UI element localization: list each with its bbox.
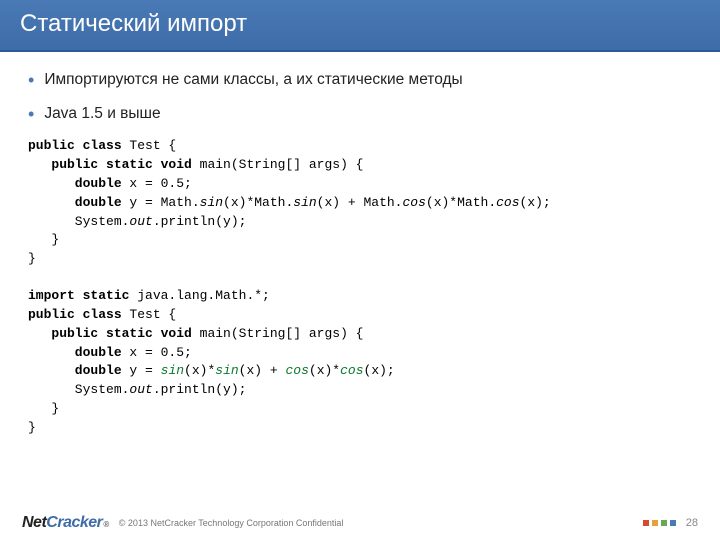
- bullet-text: Java 1.5 и выше: [44, 104, 160, 124]
- dot-icon: [652, 520, 658, 526]
- bullet-text: Импортируются не сами классы, а их стати…: [44, 70, 462, 90]
- page-number: 28: [686, 517, 698, 529]
- dot-icon: [643, 520, 649, 526]
- copyright-text: © 2013 NetCracker Technology Corporation…: [119, 518, 643, 528]
- registered-icon: ®: [103, 520, 108, 529]
- footer-right: 28: [643, 517, 698, 529]
- bullet-dot-icon: •: [28, 104, 34, 126]
- slide-footer: NetCracker® © 2013 NetCracker Technology…: [0, 514, 720, 532]
- bullet-dot-icon: •: [28, 70, 34, 92]
- slide-content: • Импортируются не сами классы, а их ста…: [0, 52, 720, 438]
- brand-logo: NetCracker®: [22, 514, 109, 532]
- bullet-item: • Импортируются не сами классы, а их ста…: [28, 70, 692, 92]
- decoration-dots-icon: [643, 520, 676, 526]
- slide-title: Статический импорт: [0, 0, 720, 52]
- bullet-item: • Java 1.5 и выше: [28, 104, 692, 126]
- code-block-before: public class Test { public static void m…: [28, 137, 692, 269]
- logo-net-text: Net: [22, 514, 46, 532]
- code-block-after: import static java.lang.Math.*; public c…: [28, 287, 692, 438]
- dot-icon: [670, 520, 676, 526]
- dot-icon: [661, 520, 667, 526]
- logo-cracker-text: Cracker: [46, 514, 102, 532]
